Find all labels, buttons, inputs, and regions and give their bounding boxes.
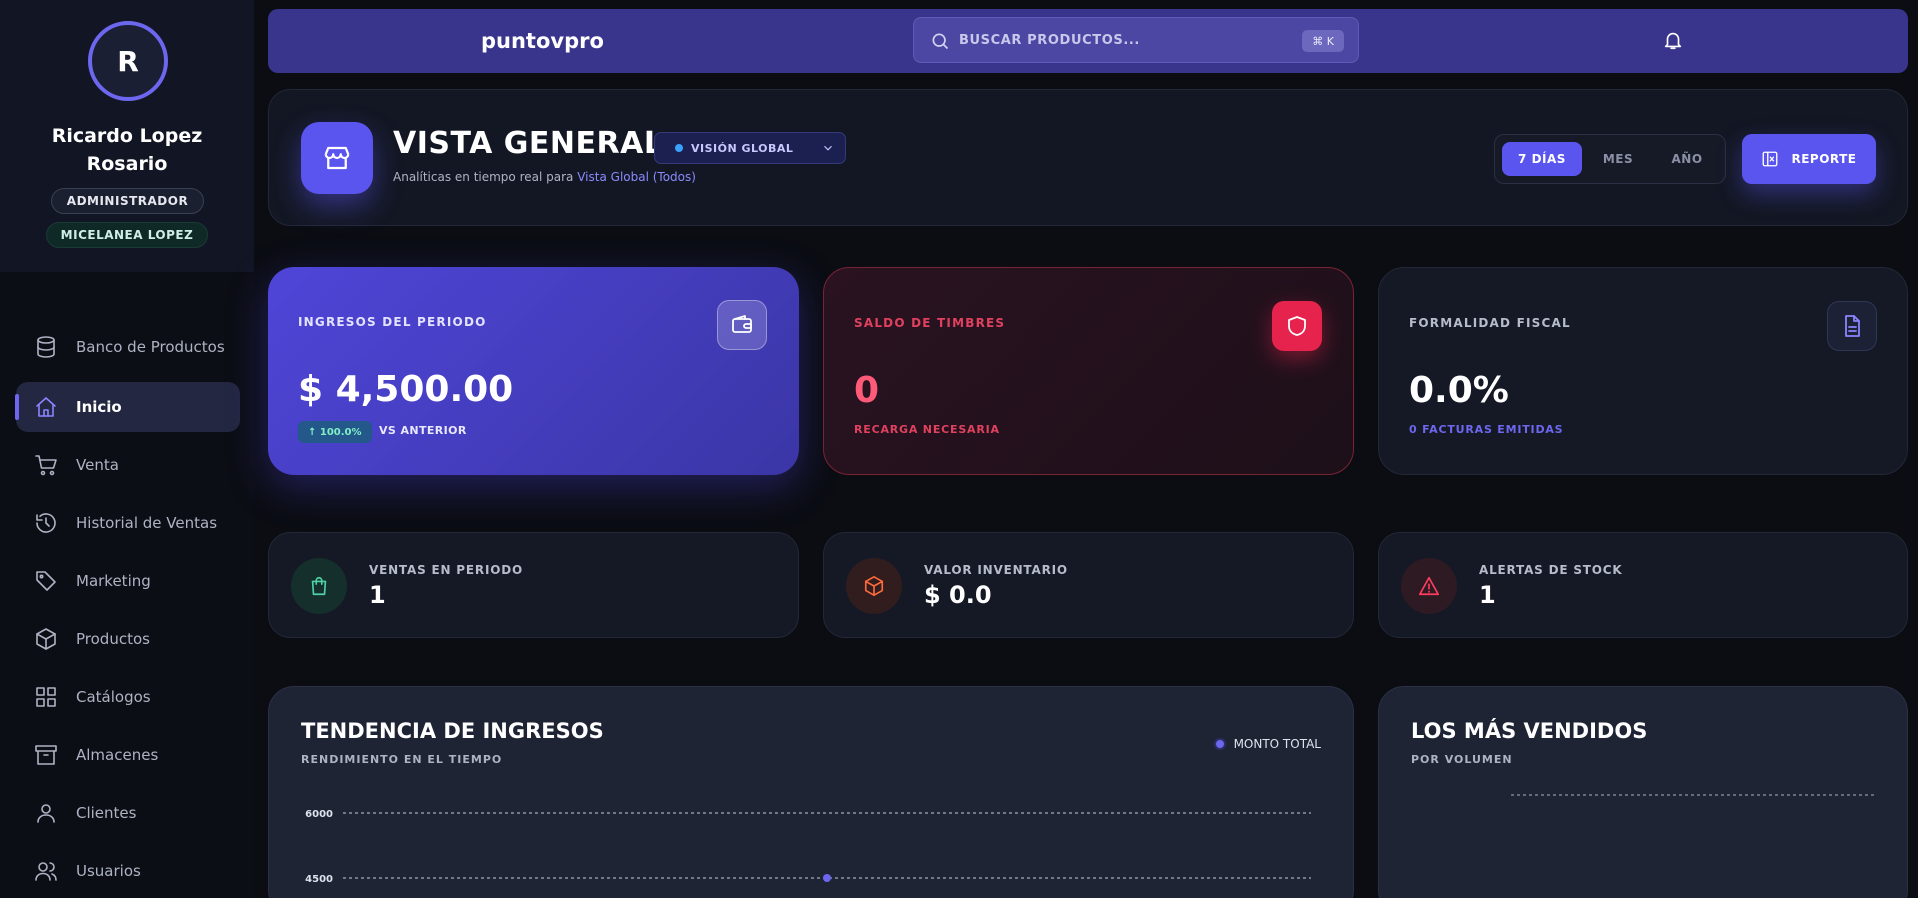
- subtitle-scope: Vista Global (Todos): [577, 170, 696, 184]
- y-tick-label: 6000: [305, 809, 333, 820]
- trend-badge: ↑ 100.0%: [298, 421, 372, 443]
- stock-alerts-value: 1: [1479, 581, 1496, 609]
- database-icon: [34, 335, 58, 359]
- inventory-stat-card: VALOR INVENTARIO $ 0.0: [823, 532, 1354, 638]
- sales-stat-value: 1: [369, 581, 386, 609]
- stamps-note: RECARGA NECESARIA: [854, 423, 1000, 436]
- fiscal-value: 0.0%: [1409, 370, 1509, 411]
- inventory-stat-value: $ 0.0: [924, 581, 992, 609]
- chart-point[interactable]: [823, 874, 831, 882]
- top-bar: puntovpro ⌘ K: [268, 9, 1908, 73]
- search-icon: [930, 31, 950, 51]
- document-icon: [1827, 301, 1877, 351]
- sidebar-item-label: Inicio: [76, 398, 122, 416]
- overview-header: VISTA GENERAL VISIÓN GLOBAL Analíticas e…: [268, 89, 1908, 226]
- shortcut-hint: ⌘ K: [1302, 30, 1344, 52]
- user-icon: [34, 801, 58, 825]
- sidebar-item-label: Venta: [76, 456, 119, 474]
- sidebar-item-usuarios[interactable]: Usuarios: [16, 846, 240, 896]
- brand-logo[interactable]: puntovpro: [481, 9, 604, 73]
- sidebar-item-venta[interactable]: Venta: [16, 440, 240, 490]
- date-range-toggle: 7 DÍAS MES AÑO: [1494, 134, 1726, 184]
- range-7-days-button[interactable]: 7 DÍAS: [1502, 142, 1582, 176]
- inventory-stat-label: VALOR INVENTARIO: [924, 563, 1068, 577]
- spreadsheet-icon: [1763, 151, 1778, 167]
- profile-panel: R Ricardo Lopez Rosario ADMINISTRADOR MI…: [0, 0, 254, 272]
- sidebar-item-label: Clientes: [76, 804, 137, 822]
- sidebar-item-label: Catálogos: [76, 688, 151, 706]
- report-button[interactable]: REPORTE: [1742, 134, 1876, 184]
- top-sellers-chart: [1511, 794, 1877, 796]
- page-subtitle: Analíticas en tiempo real para Vista Glo…: [393, 170, 696, 184]
- warning-icon: [1401, 558, 1457, 614]
- sidebar-item-marketing[interactable]: Marketing: [16, 556, 240, 606]
- sidebar-item-banco-de-productos[interactable]: Banco de Productos: [16, 316, 240, 378]
- income-label: INGRESOS DEL PERIODO: [298, 315, 487, 329]
- cube-icon: [846, 558, 902, 614]
- sidebar-item-catalogos[interactable]: Catálogos: [16, 672, 240, 722]
- grid-icon: [34, 685, 58, 709]
- globe-icon: [675, 144, 683, 152]
- income-value: $ 4,500.00: [298, 369, 514, 410]
- top-sellers-card: LOS MÁS VENDIDOS POR VOLUMEN: [1378, 686, 1908, 898]
- trend-note: VS ANTERIOR: [379, 424, 467, 437]
- page-title: VISTA GENERAL: [393, 126, 664, 161]
- stock-alerts-card: ALERTAS DE STOCK 1: [1378, 532, 1908, 638]
- chevron-down-icon: [821, 141, 835, 155]
- fiscal-note: 0 FACTURAS EMITIDAS: [1409, 423, 1564, 436]
- sidebar-item-label: Usuarios: [76, 862, 141, 880]
- user-name: Ricardo Lopez Rosario: [51, 125, 203, 175]
- stamps-card: SALDO DE TIMBRES 0 RECARGA NECESARIA: [823, 267, 1354, 475]
- range-month-button[interactable]: MES: [1587, 142, 1649, 176]
- subtitle-text: Analíticas en tiempo real para: [393, 170, 574, 184]
- store-badge: MICELANEA LOPEZ: [46, 222, 208, 248]
- sidebar-item-label: Banco de Productos: [76, 338, 225, 356]
- search-input[interactable]: [959, 18, 1279, 62]
- revenue-chart: 6000 4500: [305, 809, 1311, 885]
- avatar[interactable]: R: [88, 21, 168, 101]
- archive-icon: [34, 743, 58, 767]
- fiscal-label: FORMALIDAD FISCAL: [1409, 316, 1571, 330]
- scope-select-value: VISIÓN GLOBAL: [691, 141, 794, 155]
- sidebar-item-label: Historial de Ventas: [76, 514, 218, 532]
- sidebar: R Ricardo Lopez Rosario ADMINISTRADOR MI…: [0, 0, 254, 898]
- bell-icon[interactable]: [1662, 29, 1684, 51]
- shield-icon: [1272, 301, 1322, 351]
- store-icon: [301, 122, 373, 194]
- sidebar-item-historial-de-ventas[interactable]: Historial de Ventas: [16, 498, 240, 548]
- sidebar-item-label: Productos: [76, 630, 150, 648]
- fiscal-card: FORMALIDAD FISCAL 0.0% 0 FACTURAS EMITID…: [1378, 267, 1908, 475]
- sidebar-item-label: Almacenes: [76, 746, 159, 764]
- range-year-button[interactable]: AÑO: [1655, 142, 1719, 176]
- home-icon: [34, 395, 58, 419]
- y-tick-label: 4500: [305, 874, 333, 885]
- stamps-label: SALDO DE TIMBRES: [854, 316, 1006, 330]
- report-button-label: REPORTE: [1791, 152, 1857, 166]
- sidebar-item-inicio[interactable]: Inicio: [15, 382, 240, 432]
- wallet-icon: [717, 300, 767, 350]
- role-badge: ADMINISTRADOR: [51, 188, 204, 214]
- revenue-trend-card: TENDENCIA DE INGRESOS RENDIMIENTO EN EL …: [268, 686, 1354, 898]
- sales-stat-label: VENTAS EN PERIODO: [369, 563, 523, 577]
- shopping-bag-icon: [291, 558, 347, 614]
- sidebar-item-almacenes[interactable]: Almacenes: [16, 730, 240, 780]
- sidebar-item-clientes[interactable]: Clientes: [16, 788, 240, 838]
- sidebar-item-productos[interactable]: Productos: [16, 614, 240, 664]
- sidebar-item-label: Marketing: [76, 572, 151, 590]
- tag-icon: [34, 569, 58, 593]
- stamps-value: 0: [854, 370, 880, 411]
- sales-stat-card: VENTAS EN PERIODO 1: [268, 532, 799, 638]
- scope-select[interactable]: VISIÓN GLOBAL: [654, 132, 846, 164]
- stock-alerts-label: ALERTAS DE STOCK: [1479, 563, 1623, 577]
- box-icon: [34, 627, 58, 651]
- income-card: INGRESOS DEL PERIODO $ 4,500.00 ↑ 100.0%…: [268, 267, 799, 475]
- users-icon: [34, 859, 58, 883]
- history-icon: [34, 511, 58, 535]
- search-box[interactable]: ⌘ K: [913, 17, 1359, 63]
- cart-icon: [34, 453, 58, 477]
